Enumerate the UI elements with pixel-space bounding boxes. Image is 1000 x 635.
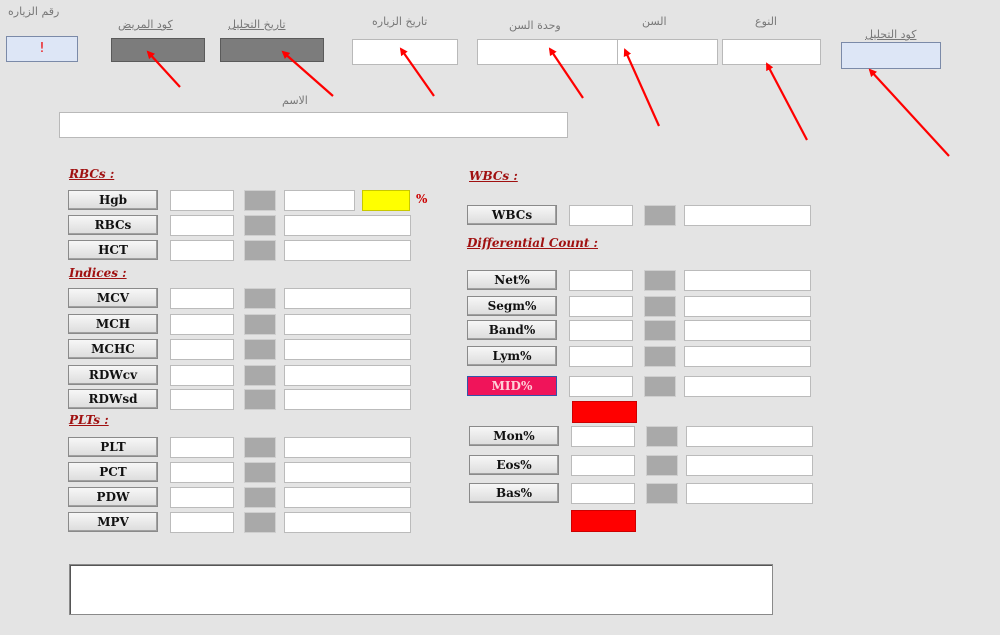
arrow-icon — [146, 50, 181, 88]
annotation-arrows-layer — [146, 47, 950, 157]
arrow-icon — [868, 68, 950, 157]
arrow-icon — [623, 48, 661, 127]
arrow-icon — [766, 62, 808, 141]
arrow-icon — [548, 47, 584, 99]
arrow-icon — [281, 50, 334, 97]
arrow-icon — [399, 47, 435, 97]
